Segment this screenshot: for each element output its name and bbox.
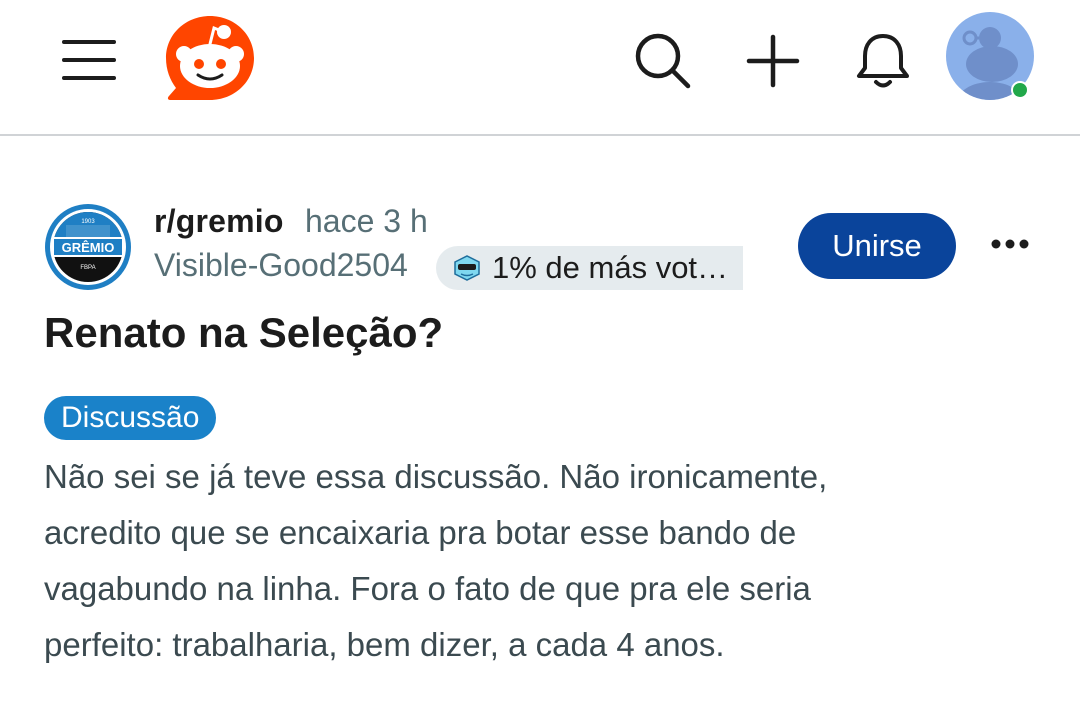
- plus-icon[interactable]: [746, 34, 800, 88]
- subreddit-name[interactable]: r/gremio: [154, 203, 284, 240]
- post-time: hace 3 h: [305, 203, 428, 239]
- subreddit-logo-name: GRÊMIO: [62, 240, 115, 255]
- search-icon[interactable]: [632, 30, 694, 90]
- author-flair-label: 1% de más vot…: [492, 250, 729, 285]
- flair-badge-icon: [454, 255, 480, 281]
- subreddit-logo-icon[interactable]: 1903 GRÊMIO FBPA: [44, 203, 132, 291]
- user-avatar-icon[interactable]: [946, 12, 1038, 104]
- post-body-line: Não sei se já teve essa discussão. Não i…: [44, 458, 828, 495]
- subreddit-logo-abbr: FBPA: [80, 265, 95, 271]
- online-status-dot: [1013, 83, 1027, 97]
- subreddit-logo-year: 1903: [81, 219, 95, 225]
- hamburger-menu-icon[interactable]: [62, 40, 116, 80]
- author-flair: 1% de más vot…: [436, 246, 743, 290]
- join-button[interactable]: Unirse: [798, 213, 956, 279]
- top-navigation-bar: [0, 0, 1080, 136]
- author-name[interactable]: Visible-Good2504: [154, 247, 408, 284]
- bell-icon[interactable]: [852, 30, 914, 92]
- post-flair-tag[interactable]: Discussão: [44, 396, 217, 440]
- post-body-line: vagabundo na linha. Fora o fato de que p…: [44, 570, 811, 607]
- more-options-icon[interactable]: [990, 237, 1030, 251]
- post-body-line: acredito que se encaixaria pra botar ess…: [44, 514, 797, 551]
- post-card: 1903 GRÊMIO FBPA r/gremio hace 3 h Visib…: [0, 137, 1080, 715]
- post-title[interactable]: Renato na Seleção?: [44, 309, 443, 357]
- post-body-line: perfeito: trabalharia, bem dizer, a cada…: [44, 626, 725, 663]
- post-body: Não sei se já teve essa discussão. Não i…: [44, 449, 1044, 673]
- reddit-logo-icon[interactable]: [162, 12, 258, 104]
